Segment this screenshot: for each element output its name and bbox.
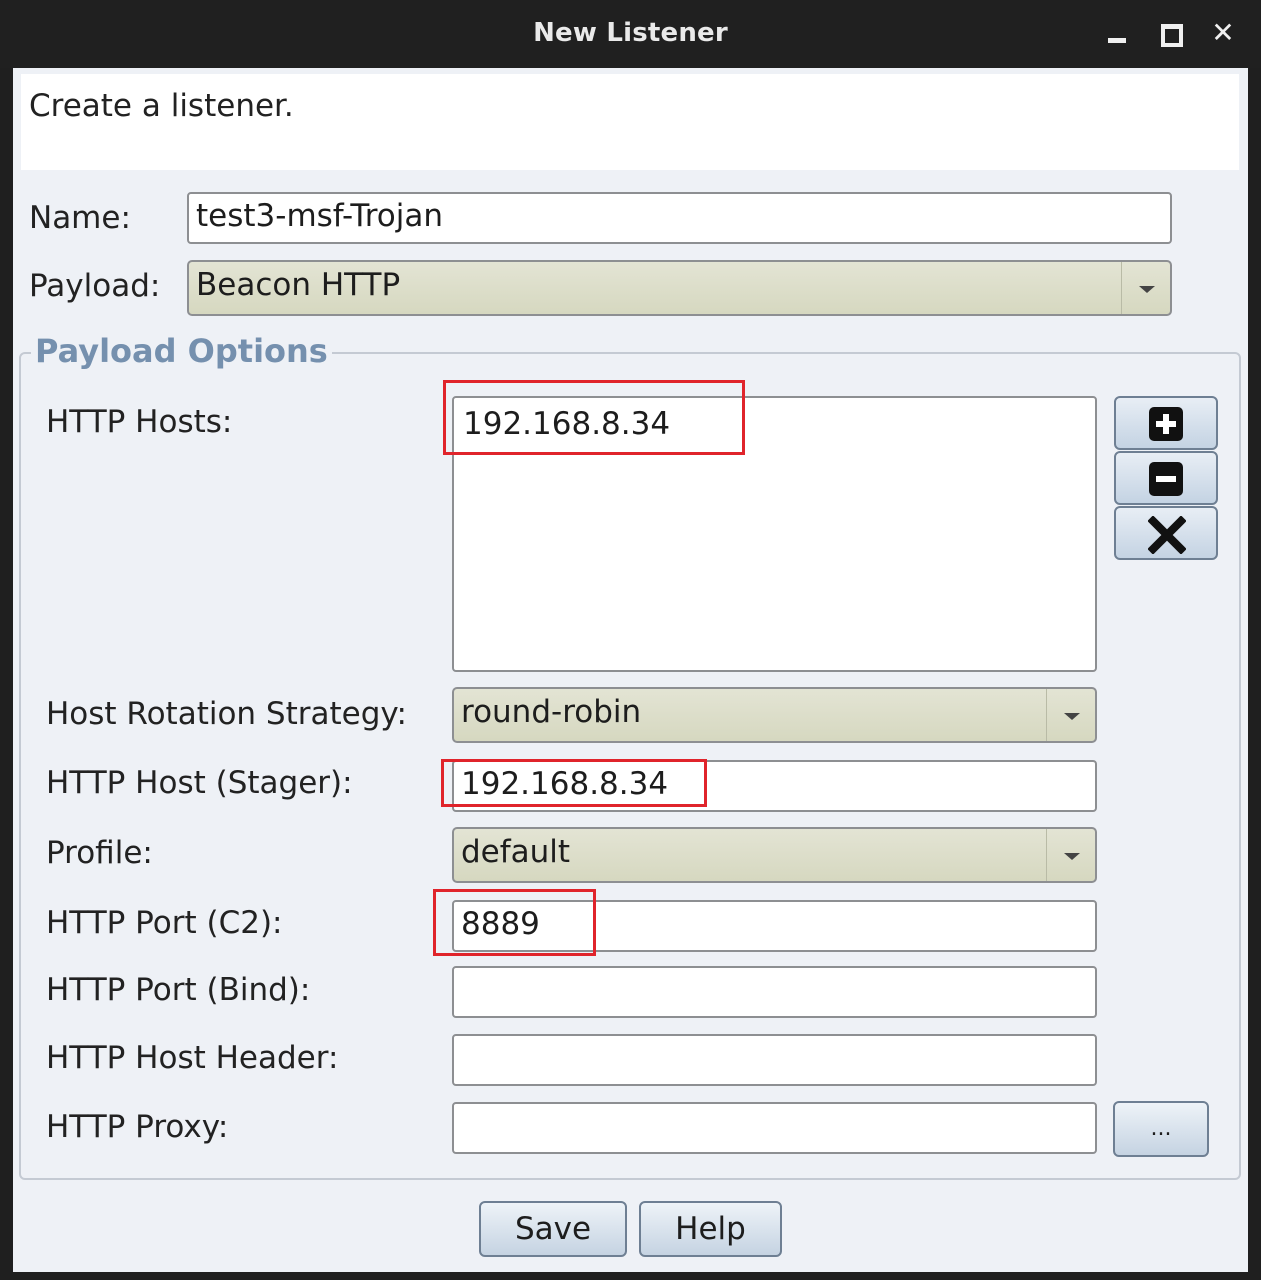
- http-hosts-list-item[interactable]: 192.168.8.34: [463, 406, 670, 442]
- port-bind-input[interactable]: [452, 966, 1097, 1018]
- proxy-input[interactable]: [452, 1102, 1097, 1154]
- proxy-settings-button[interactable]: ...: [1113, 1101, 1209, 1157]
- chevron-down-icon: [1121, 262, 1170, 314]
- x-icon: [1148, 516, 1186, 554]
- close-button[interactable]: ✕: [1206, 16, 1240, 50]
- port-c2-label: HTTP Port (C2):: [46, 905, 283, 941]
- minimize-button[interactable]: [1100, 16, 1134, 50]
- plus-icon: [1149, 407, 1183, 441]
- host-header-input[interactable]: [452, 1034, 1097, 1086]
- close-icon: ✕: [1211, 16, 1235, 49]
- payload-options-legend: Payload Options: [31, 332, 332, 370]
- add-host-button[interactable]: [1114, 396, 1218, 450]
- proxy-label: HTTP Proxy:: [46, 1109, 229, 1145]
- new-listener-window: New Listener ✕ Create a listener. Name: …: [0, 0, 1261, 1280]
- payload-select[interactable]: Beacon HTTP: [187, 260, 1172, 316]
- minimize-icon: [1108, 38, 1126, 43]
- profile-value: default: [461, 834, 571, 870]
- minus-icon: [1149, 462, 1183, 496]
- maximize-button[interactable]: [1153, 16, 1187, 50]
- help-button[interactable]: Help: [639, 1201, 782, 1257]
- payload-label: Payload:: [29, 268, 161, 304]
- port-bind-label: HTTP Port (Bind):: [46, 972, 311, 1008]
- host-rotation-select[interactable]: round-robin: [452, 687, 1097, 743]
- save-button[interactable]: Save: [479, 1201, 627, 1257]
- host-rotation-value: round-robin: [461, 694, 642, 730]
- title-bar: New Listener ✕: [0, 0, 1261, 68]
- description-text: Create a listener.: [29, 88, 294, 124]
- maximize-icon: [1161, 24, 1183, 47]
- payload-select-value: Beacon HTTP: [196, 267, 401, 303]
- stager-host-label: HTTP Host (Stager):: [46, 765, 353, 801]
- chevron-down-icon: [1046, 689, 1095, 741]
- http-hosts-label: HTTP Hosts:: [46, 404, 233, 440]
- name-label: Name:: [29, 200, 131, 236]
- remove-host-button[interactable]: [1114, 451, 1218, 505]
- clear-hosts-button[interactable]: [1114, 506, 1218, 560]
- window-title: New Listener: [533, 18, 728, 48]
- host-header-label: HTTP Host Header:: [46, 1040, 339, 1076]
- profile-select[interactable]: default: [452, 827, 1097, 883]
- host-rotation-label: Host Rotation Strategy:: [46, 696, 407, 732]
- chevron-down-icon: [1046, 829, 1095, 881]
- http-hosts-list[interactable]: 192.168.8.34: [452, 396, 1097, 672]
- stager-host-input[interactable]: 192.168.8.34: [452, 760, 1097, 812]
- description-panel: Create a listener.: [21, 74, 1239, 170]
- dialog-content: Create a listener. Name: test3-msf-Troja…: [13, 68, 1248, 1272]
- port-c2-input[interactable]: 8889: [452, 900, 1097, 952]
- profile-label: Profile:: [46, 835, 153, 871]
- name-input[interactable]: test3-msf-Trojan: [187, 192, 1172, 244]
